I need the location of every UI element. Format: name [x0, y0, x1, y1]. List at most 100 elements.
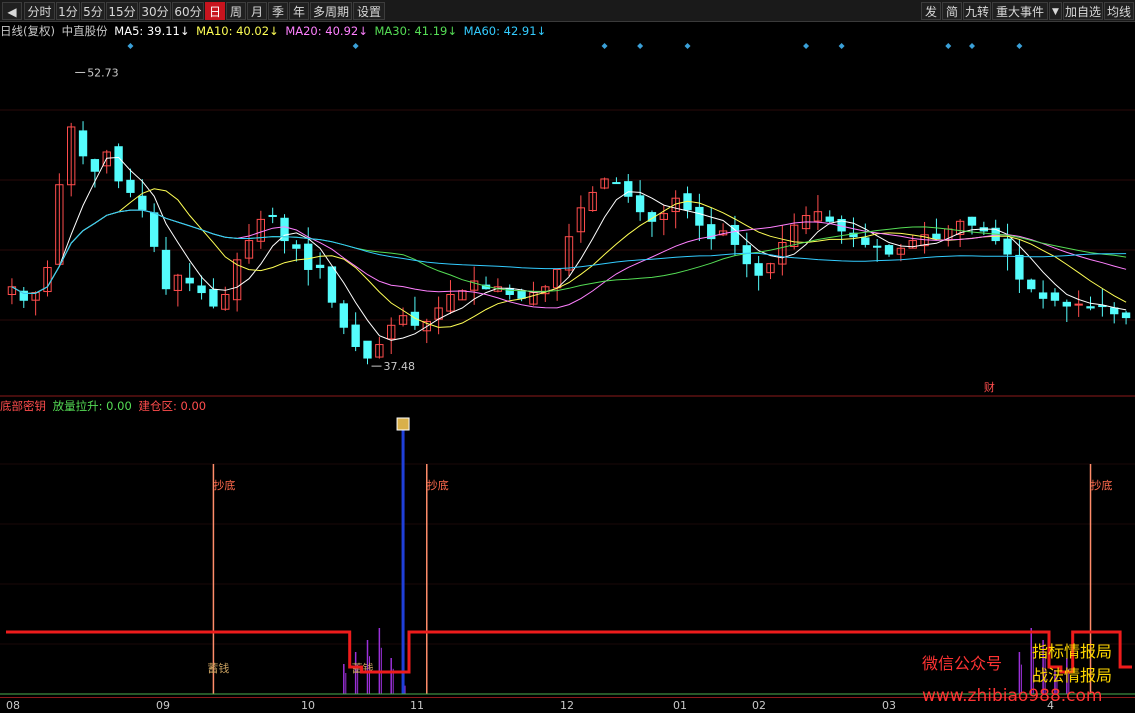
period-tab-1min[interactable]: 1分: [56, 2, 80, 20]
signal-flag-icon: [396, 417, 410, 431]
event-diamond-icon: [127, 43, 134, 49]
candle-body: [1050, 292, 1060, 301]
event-diamond-icon: [803, 43, 810, 49]
candle-body: [932, 233, 941, 240]
candle-body: [209, 289, 218, 307]
event-diamond-icon: [1016, 43, 1023, 49]
candle-body: [351, 324, 360, 347]
chaodi-label: 抄底: [427, 478, 449, 492]
chaodi-label: 抄底: [1091, 478, 1113, 492]
price-low-label: 37.48: [384, 360, 416, 373]
period-tab-season[interactable]: 季: [268, 2, 288, 20]
ma20-value: MA20: 40.92↓: [285, 24, 368, 38]
candle-body: [304, 243, 313, 270]
candle-body: [517, 290, 526, 299]
period-tab-day[interactable]: 日: [205, 2, 225, 20]
event-diamond-icon: [838, 43, 845, 49]
candle-body: [505, 287, 514, 295]
candle-body: [884, 245, 894, 255]
watermark-name-1: 指标情报局: [1032, 642, 1113, 661]
x-axis-label: 12: [560, 699, 574, 712]
candle-body: [1038, 292, 1048, 299]
candle-body: [1121, 312, 1131, 319]
ma5-value: MA5: 39.11↓: [114, 24, 190, 38]
period-tab-fenshi[interactable]: 分时: [24, 2, 55, 20]
candle-body: [1086, 306, 1095, 309]
event-diamond-icon: [684, 43, 691, 49]
wechat-label: 微信公众号: [922, 654, 1003, 673]
stock-name: 中直股份: [61, 24, 108, 38]
period-tab-week[interactable]: 周: [226, 2, 246, 20]
event-diamond-icon: [637, 43, 644, 49]
x-axis-label: 09: [156, 699, 170, 712]
ma60-value: MA60: 42.91↓: [463, 24, 547, 38]
period-tab-5min[interactable]: 5分: [81, 2, 105, 20]
candle-body: [624, 181, 633, 197]
candle-body: [872, 245, 882, 248]
candle-body: [78, 130, 88, 157]
candle-body: [635, 195, 645, 213]
candle-body: [90, 159, 100, 172]
candle-body: [149, 212, 159, 247]
candle-body: [1074, 303, 1083, 306]
jian-button[interactable]: 简: [942, 2, 962, 20]
period-tab-60min[interactable]: 60分: [172, 2, 204, 20]
x-axis-label: 02: [752, 699, 766, 712]
candle-body: [363, 340, 372, 359]
jiuzhuan-button[interactable]: 九转: [963, 2, 991, 20]
candle-body: [1062, 301, 1071, 307]
x-axis-label: 01: [673, 699, 687, 712]
ma-line-button[interactable]: 均线: [1104, 2, 1134, 20]
price-high-label: 52.73: [87, 66, 119, 79]
major-events-button[interactable]: 重大事件: [992, 2, 1048, 20]
ma-info-line: 日线(复权) 中直股份 MA5: 39.11↓ MA10: 40.02↓ MA2…: [0, 23, 1135, 40]
period-toolbar: ◀ 分时 1分 5分 15分 30分 60分 日 周 月 季 年 多周期 设置 …: [0, 0, 1135, 22]
candle-body: [292, 244, 301, 249]
indicator-info-line: 底部密钥 放量拉升: 0.00 建仓区: 0.00: [0, 398, 1135, 414]
add-watchlist-button[interactable]: 加自选: [1063, 2, 1103, 20]
candle-body: [138, 195, 147, 211]
period-tab-15min[interactable]: 15分: [106, 2, 138, 20]
back-arrow-icon[interactable]: ◀: [2, 2, 22, 20]
candle-body: [754, 263, 763, 276]
chart-title: 日线(复权): [0, 24, 55, 38]
watermark-url: www.zhibiao988.com: [922, 686, 1103, 706]
candle-body: [161, 249, 171, 290]
candle-body: [185, 277, 194, 284]
ma30-value: MA30: 41.19↓: [374, 24, 458, 38]
fa-button[interactable]: 发: [921, 2, 941, 20]
candle-body: [742, 245, 751, 265]
candle-body: [825, 216, 834, 222]
chaodi-label: 抄底: [213, 478, 235, 492]
candle-body: [1015, 254, 1024, 280]
chevron-down-icon[interactable]: ▼: [1049, 2, 1062, 20]
x-axis-label: 08: [6, 699, 20, 712]
event-diamond-icon: [968, 43, 975, 49]
candle-body: [612, 182, 621, 185]
event-diamond-icon: [601, 43, 608, 49]
period-tab-year[interactable]: 年: [289, 2, 309, 20]
candle-body: [861, 237, 870, 245]
candle-body: [695, 206, 704, 226]
xuqian-label: 蓄钱: [207, 661, 229, 675]
settings-button[interactable]: 设置: [353, 2, 385, 20]
x-axis-label: 03: [882, 699, 896, 712]
candlestick-panel[interactable]: 52.73 37.48 财: [0, 40, 1135, 397]
candle-body: [339, 303, 348, 328]
candle-body: [197, 285, 206, 294]
candle-body: [1027, 279, 1036, 290]
period-tab-multi[interactable]: 多周期: [310, 2, 352, 20]
period-tab-month[interactable]: 月: [247, 2, 267, 20]
period-tab-30min[interactable]: 30分: [139, 2, 171, 20]
x-axis-label: 11: [410, 699, 424, 712]
candle-body: [126, 179, 135, 193]
candle-body: [315, 264, 325, 269]
watermark-name-2: 战法情报局: [1032, 666, 1113, 685]
candle-body: [967, 216, 977, 226]
candle-body: [1003, 238, 1012, 255]
x-axis-label: 10: [301, 699, 315, 712]
finance-marker: 财: [984, 380, 995, 394]
candle-body: [114, 146, 123, 182]
indicator-name: 底部密钥: [0, 399, 46, 413]
ma10-value: MA10: 40.02↓: [196, 24, 279, 38]
